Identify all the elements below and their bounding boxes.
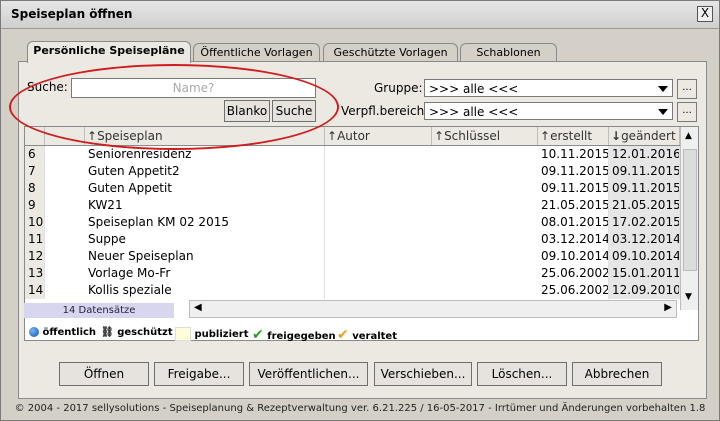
table-row[interactable]: 7 Guten Appetit2 09.11.2015 09.11.2015 [25,163,680,180]
record-count: 14 Datensätze [24,303,174,318]
square-icon [175,327,191,341]
gruppe-more-button[interactable]: ... [677,79,697,99]
dialog-window: Speiseplan öffnen X Persönliche Speisepl… [0,0,720,421]
table-row[interactable]: 12 Neuer Speiseplan 09.10.2014 09.10.201… [25,248,680,265]
tab-schablonen[interactable]: Schablonen [460,43,557,62]
verschieben-button[interactable]: Verschieben... [374,362,472,386]
tab-geschuetzte[interactable]: Geschützte Vorlagen [323,43,458,62]
gruppe-value: >>> alle <<< [429,82,519,96]
verpfl-label: Verpfl.bereich: [341,104,429,118]
vertical-scrollbar[interactable]: ▲ ▼ [680,127,698,310]
table-row[interactable]: 9 KW21 21.05.2015 21.05.2015 [25,197,680,214]
loeschen-button[interactable]: Löschen... [477,362,567,386]
header-schluessel[interactable]: ↑Schlüssel [432,127,538,145]
abbrechen-button[interactable]: Abbrechen [572,362,662,386]
title-bar[interactable]: Speiseplan öffnen X [1,1,719,29]
table-row[interactable]: 10 Speiseplan KM 02 2015 08.01.2015 17.0… [25,214,680,231]
table-row[interactable]: 6 Seniorenresidenz 10.11.2015 12.01.2016 [25,146,680,163]
gruppe-label: Gruppe: [374,81,423,95]
header-geaendert[interactable]: ↓geändert [609,127,680,145]
tab-oeffentliche[interactable]: Öffentliche Vorlagen [193,43,320,62]
header-autor[interactable]: ↑Autor [325,127,432,145]
suche-button[interactable]: Suche [272,100,316,122]
blanko-button[interactable]: Blanko [224,100,270,122]
horizontal-scrollbar[interactable]: ◀ ▶ [189,300,677,318]
freigabe-button[interactable]: Freigabe... [154,362,244,386]
header-rownum [25,127,45,145]
legend-item: ✔ freigegeben [252,327,336,343]
verpfl-more-button[interactable]: ... [677,102,697,122]
table-row[interactable]: 11 Suppe 03.12.2014 03.12.2014 [25,231,680,248]
tab-panel: Suche: Name? Blanko Suche Gruppe: >>> al… [18,61,707,399]
legend-item: öffentlich [29,327,96,338]
check-orange-icon: ✔ [337,327,349,343]
chevron-up-icon[interactable]: ▲ [685,131,692,141]
legend-item: publiziert [175,327,249,341]
window-title: Speiseplan öffnen [11,7,133,21]
chevron-down-icon[interactable]: ▼ [685,292,692,302]
footer-text: © 2004 - 2017 sellysolutions - Speisepla… [14,403,706,414]
verpfl-select[interactable]: >>> alle <<< [424,102,673,120]
chain-icon: ⛓ [101,327,114,338]
scroll-thumb[interactable] [683,149,697,271]
chevron-right-icon[interactable]: ▶ [664,302,672,313]
search-placeholder: Name? [172,81,215,95]
chevron-left-icon[interactable]: ◀ [194,302,202,313]
legend-item: ✔ veraltet [337,327,397,343]
header-icons [45,127,85,145]
search-input[interactable]: Name? [71,78,316,98]
gruppe-select[interactable]: >>> alle <<< [424,79,673,97]
verpfl-value: >>> alle <<< [429,105,519,119]
table-row[interactable]: 8 Guten Appetit 09.11.2015 09.11.2015 [25,180,680,197]
check-green-icon: ✔ [252,327,264,343]
veroeffentlichen-button[interactable]: Veröffentlichen... [249,362,368,386]
chevron-down-icon [658,86,668,92]
table-header: ↑Speiseplan ↑Autor ↑Schlüssel ↑erstellt … [25,127,680,146]
header-speiseplan[interactable]: ↑Speiseplan [85,127,325,145]
oeffnen-button[interactable]: Öffnen [59,362,149,386]
legend-item: ⛓ geschützt [101,327,173,338]
table-row[interactable]: 14 Kollis speziale 25.06.2002 12.09.2010 [25,282,680,299]
tab-persoenliche[interactable]: Persönliche Speisepläne [27,41,191,63]
chevron-down-icon [658,109,668,115]
table-row[interactable]: 13 Vorlage Mo-Fr 25.06.2002 15.01.2011 [25,265,680,282]
search-label: Suche: [27,80,68,94]
globe-icon [29,327,39,337]
header-erstellt[interactable]: ↑erstellt [538,127,609,145]
close-button[interactable]: X [697,6,713,22]
